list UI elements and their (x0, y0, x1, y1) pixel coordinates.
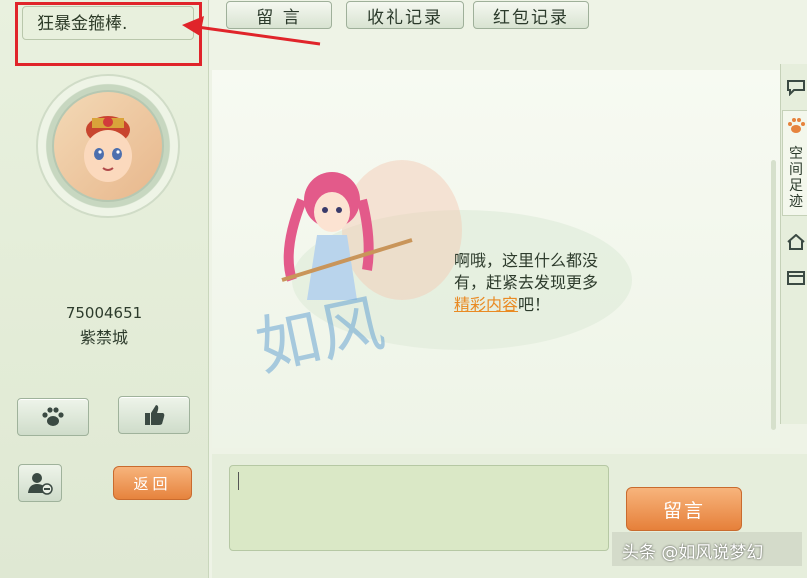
side-tab-album[interactable] (786, 268, 806, 288)
side-tab-footprints-label: 空间足迹 (789, 146, 803, 210)
player-id: 75004651 (65, 304, 143, 322)
paw-button[interactable] (17, 398, 89, 436)
chat-bubble-icon (787, 80, 805, 96)
message-input[interactable] (229, 465, 609, 551)
block-user-button[interactable] (18, 464, 62, 502)
paw-orange-icon (786, 116, 806, 136)
avatar[interactable] (52, 90, 164, 202)
annotation-highlight-box (15, 2, 202, 66)
side-tab-home[interactable] (786, 232, 806, 252)
tab-gift-records[interactable]: 收礼记录 (346, 1, 464, 29)
player-location: 紫禁城 (79, 328, 128, 347)
avatar-character-image (84, 116, 132, 182)
like-button[interactable] (118, 396, 190, 434)
post-message-button[interactable]: 留言 (626, 487, 742, 531)
album-icon (787, 271, 805, 285)
side-tab-messages[interactable] (786, 78, 806, 98)
watermark: 头条 @如风说梦幻 (622, 543, 764, 563)
home-icon (787, 234, 805, 250)
text-caret (238, 472, 239, 490)
thumbs-up-icon (145, 405, 165, 425)
discover-content-link[interactable]: 精彩内容 (454, 295, 518, 314)
scrollbar[interactable] (771, 160, 776, 430)
empty-state-message: 啊哦，这里什么都没有，赶紧去发现更多精彩内容吧！ (454, 251, 599, 314)
paw-icon (42, 407, 64, 426)
back-button[interactable]: 返回 (113, 466, 192, 500)
tab-red-packet-records[interactable]: 红包记录 (473, 1, 589, 29)
user-minus-icon (28, 473, 53, 495)
tab-message[interactable]: 留 言 (226, 1, 332, 29)
svg-text:如风: 如风 (250, 287, 391, 386)
